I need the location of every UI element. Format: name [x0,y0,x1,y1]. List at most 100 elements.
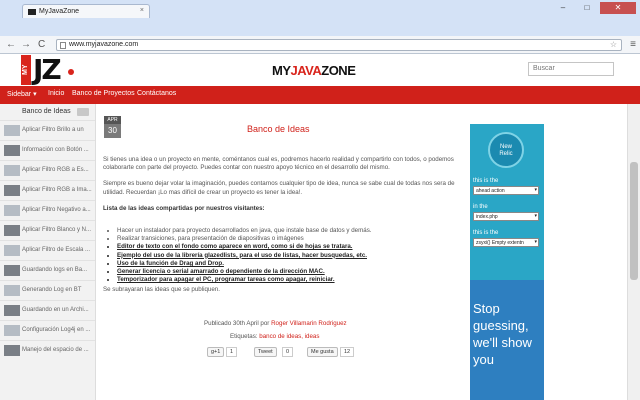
thumbnail [4,245,20,256]
sidebar-title: Banco de Ideas [22,108,71,115]
ad-logo-line1: New [499,144,512,150]
chevron-down-icon: ▾ [534,239,537,245]
list-item: Ejemplo del uso de la librería glazedlis… [117,252,459,260]
back-icon[interactable]: ← [6,39,16,51]
gplus-count: 1 [226,347,238,357]
post-body: Si tienes una idea o un proyecto en ment… [103,156,459,303]
post-month: APR [104,116,121,124]
list-item: Editor de texto con el fondo como aparec… [117,243,459,251]
sidebar-item-label: Aplicar Filtro Negativo a... [22,207,91,213]
thumbnail [4,305,20,316]
thumbnail [4,325,20,336]
post-day: 30 [104,124,121,138]
thumbnail [4,225,20,236]
scrollbar-thumb[interactable] [630,162,638,280]
tab-title: MyJavaZone [39,8,80,15]
thumbnail [4,185,20,196]
site-logo[interactable]: MY JZ [21,53,75,86]
url-text: www.myjavazone.com [69,41,139,48]
list-item: Generar licencia o serial amarrado o dep… [117,268,459,276]
sidebar: Banco de Ideas Aplicar Filtro Brillo a u… [0,104,96,400]
sidebar-item[interactable]: Guardando en un Archi... [0,300,95,320]
maximize-button[interactable]: □ [576,2,598,14]
ad-select: zsyxi() Empty extentn ▾ [473,238,539,247]
brand-part-java: JAVA [290,63,322,78]
tweet-count: 0 [282,347,294,357]
sidebar-item[interactable]: Aplicar Filtro RGB a Ima... [0,180,95,200]
thumbnail [4,145,20,156]
thumbnail [4,345,20,356]
minimize-button[interactable]: – [552,2,574,14]
advertisement[interactable]: New Relic this is the ahead action ▾ in t… [470,124,544,400]
sidebar-item-label: Configuración Log4j en ... [22,327,91,333]
post-footnote: Se subrayaran las ideas que se publiquen… [103,286,220,294]
nav-item-sidebar[interactable]: Sidebar ▾ [7,90,37,98]
browser-toolbar: ← → C www.myjavazone.com ☆ ≡ [0,36,640,54]
search-input[interactable] [533,65,609,72]
sidebar-item-label: Aplicar Filtro Brillo a un [22,127,84,133]
sidebar-item-label: Aplicar Filtro Blanco y N... [22,227,92,233]
reload-icon[interactable]: C [38,39,45,51]
sidebar-item[interactable]: Aplicar Filtro RGB a Es... [0,160,95,180]
facebook-like-button[interactable]: Me gusta [307,347,338,357]
forward-icon[interactable]: → [21,39,31,51]
post-title[interactable]: Banco de Ideas [247,124,310,134]
sidebar-item[interactable]: Información con Botón ... [0,140,95,160]
ad-headline: Stop guessing, we'll show you [473,301,532,367]
brand-title[interactable]: MYJAVAZONE [272,63,356,78]
tags-label: Etiquetas: [230,333,258,340]
sidebar-item[interactable]: Generando Log en BT [0,280,95,300]
logo-dot-icon [68,69,74,75]
sidebar-item[interactable]: Aplicar Filtro Negativo a... [0,200,95,220]
sidebar-item[interactable]: Aplicar Filtro de Escala ... [0,240,95,260]
address-bar[interactable]: www.myjavazone.com ☆ [56,39,622,51]
tab-close-icon[interactable]: × [140,7,144,14]
sidebar-item-label: Generando Log en BT [22,287,82,293]
ad-label: this is the [473,178,499,184]
sidebar-toggle-button[interactable] [77,108,89,116]
sidebar-item-label: Aplicar Filtro RGB a Es... [22,167,89,173]
sidebar-item[interactable]: Guardando logs en Ba... [0,260,95,280]
post-meta: Publicado 30th April por Roger Villamari… [204,320,347,327]
browser-tab[interactable]: MyJavaZone × [22,4,150,18]
thumbnail [4,125,20,136]
page-scrollbar[interactable] [627,104,640,400]
gplus-button[interactable]: g+1 [207,347,225,357]
post-paragraph: Si tienes una idea o un proyecto en ment… [103,156,454,172]
facebook-like-count: 12 [340,347,355,357]
sidebar-item[interactable]: Manejo del espacio de ... [0,340,95,360]
bookmark-star-icon[interactable]: ☆ [610,40,617,49]
nav-item-contactanos[interactable]: Contáctanos [137,90,176,97]
post-tags: Etiquetas: banco de ideas, ideas [230,333,319,340]
sidebar-item-label: Información con Botón ... [22,147,89,153]
sidebar-item[interactable]: Aplicar Filtro Blanco y N... [0,220,95,240]
main-nav: Sidebar ▾ Inicio Banco de Proyectos Cont… [0,86,640,104]
nav-item-banco-proyectos[interactable]: Banco de Proyectos [72,90,135,97]
sidebar-item[interactable]: Configuración Log4j en ... [0,320,95,340]
post-date-badge: APR 30 [104,116,121,138]
chevron-down-icon: ▾ [534,187,537,193]
ideas-list: Hacer un instalador para proyecto desarr… [117,227,459,284]
ideas-list-heading: Lista de las ideas compartidas por nuest… [103,204,265,212]
ad-top-panel: New Relic this is the ahead action ▾ in t… [470,124,544,280]
post-paragraph: Siempre es bueno dejar volar la imaginac… [103,180,455,196]
sidebar-item[interactable]: Aplicar Filtro Brillo a un [0,120,95,140]
author-link[interactable]: Roger Villamarin Rodriguez [271,320,347,327]
ad-label: in the [473,204,488,210]
tweet-button[interactable]: Tweet [254,347,277,357]
search-box[interactable] [528,62,614,76]
sidebar-item-label: Manejo del espacio de ... [22,347,89,353]
ad-select-value: index.php [476,214,498,220]
window-close-button[interactable]: ✕ [600,2,636,14]
thumbnail [4,165,20,176]
sidebar-item-label: Guardando en un Archi... [22,307,89,313]
list-item: Temporizador para apagar el PC, programa… [117,276,459,284]
tags-links[interactable]: banco de ideas, ideas [259,333,319,340]
sidebar-item-label: Aplicar Filtro de Escala ... [22,247,91,253]
browser-menu-icon[interactable]: ≡ [630,39,636,50]
ad-select-value: zsyxi() Empty extentn [476,240,524,246]
ad-select-value: ahead action [476,188,505,194]
list-item: Uso de la función de Drag and Drop. [117,260,459,268]
logo-jz: JZ [33,53,62,86]
nav-item-inicio[interactable]: Inicio [48,90,64,97]
